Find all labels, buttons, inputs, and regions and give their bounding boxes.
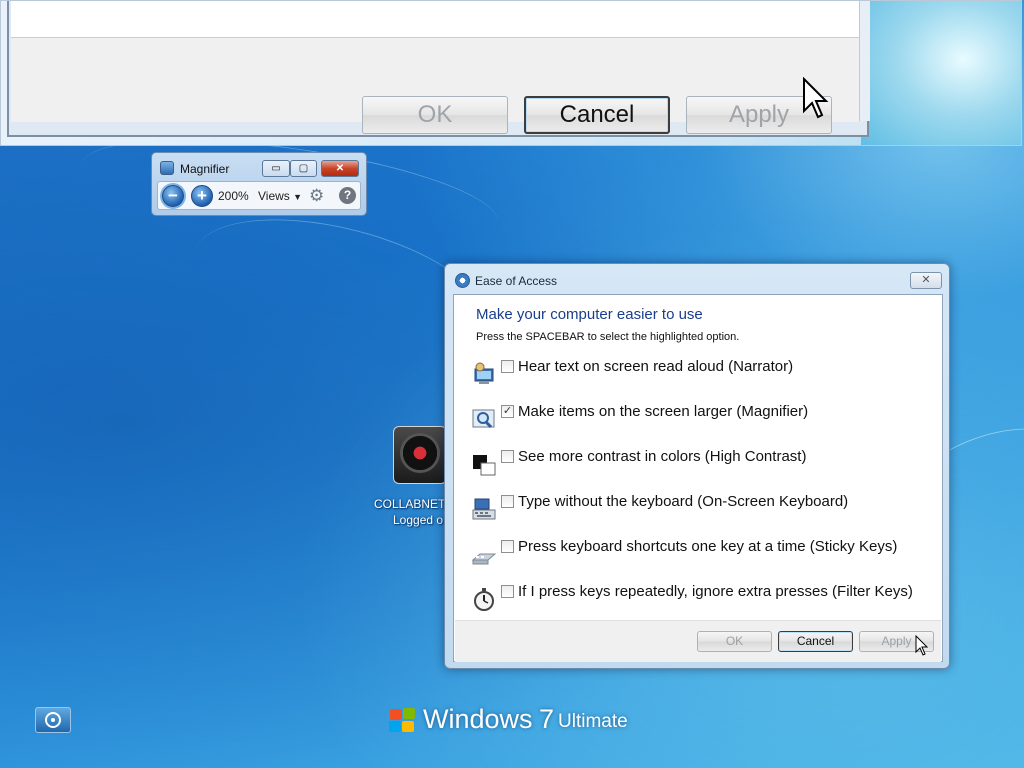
zoom-wallpaper [861, 1, 1021, 145]
option-high-contrast[interactable]: See more contrast in colors (High Contra… [472, 448, 932, 482]
option-label: If I press keys repeatedly, ignore extra… [518, 583, 913, 600]
option-sticky-keys[interactable]: Press keyboard shortcuts one key at a ti… [472, 538, 932, 572]
help-icon[interactable]: ? [339, 187, 356, 204]
views-dropdown[interactable]: Views ▼ [258, 189, 302, 203]
turntable-icon [400, 433, 440, 473]
dialog-title: Ease of Access [475, 274, 558, 288]
sticky-keys-icon [472, 553, 496, 565]
dialog-heading: Make your computer easier to use [476, 306, 703, 323]
user-tile-icon[interactable] [393, 426, 447, 484]
narrator-icon [474, 362, 494, 384]
chevron-down-icon: ▼ [293, 192, 303, 202]
brand-windows: Windows [423, 704, 533, 734]
magnifier-toolbar: − + 200% Views ▼ ⚙ ? [157, 181, 361, 210]
zoomed-dialog-footer: OK Cancel Apply [11, 38, 859, 134]
ease-of-access-icon [455, 273, 470, 288]
accessibility-icon [45, 712, 61, 728]
brand-edition: Ultimate [558, 711, 628, 732]
option-label: Hear text on screen read aloud (Narrator… [518, 358, 794, 375]
views-label: Views [258, 189, 290, 203]
option-label: Press keyboard shortcuts one key at a ti… [518, 538, 898, 555]
checkbox-filter-keys[interactable] [501, 585, 514, 598]
zoom-level: 200% [218, 189, 249, 203]
magnifier-app-icon [160, 161, 174, 175]
stopwatch-icon [474, 588, 494, 611]
zoom-in-button[interactable]: + [191, 185, 213, 207]
option-label: See more contrast in colors (High Contra… [518, 448, 807, 465]
zoomed-cursor-icon [803, 77, 829, 119]
magnifier-icon [472, 409, 495, 429]
zoom-out-button[interactable]: − [162, 185, 184, 207]
zoomed-dialog-edge [859, 1, 870, 121]
gear-icon[interactable]: ⚙ [309, 187, 324, 204]
high-contrast-icon [473, 455, 496, 476]
minimize-button[interactable]: ▭ [262, 160, 290, 177]
windows-logo-icon [389, 708, 417, 734]
dialog-close-button[interactable]: ✕ [910, 272, 942, 289]
mouse-cursor-icon [915, 635, 929, 656]
magnifier-zoom-pane: OK Cancel Apply [0, 0, 1022, 146]
close-button[interactable]: ✕ [321, 160, 359, 177]
keyboard-icon [472, 498, 496, 520]
checkbox-high-contrast[interactable] [501, 450, 514, 463]
cancel-button[interactable]: Cancel [778, 631, 853, 652]
option-magnifier[interactable]: ✓ Make items on the screen larger (Magni… [472, 403, 932, 437]
dialog-body: Make your computer easier to use Press t… [453, 294, 943, 662]
dialog-instruction: Press the SPACEBAR to select the highlig… [476, 331, 740, 343]
zoomed-dialog-content [11, 1, 859, 38]
magnifier-title: Magnifier [180, 162, 230, 176]
zoomed-ok-button[interactable]: OK [362, 96, 508, 134]
user-name: COLLABNETV [374, 497, 454, 511]
user-tile-label: COLLABNETV Logged o [374, 496, 453, 528]
option-label: Type without the keyboard (On-Screen Key… [518, 493, 849, 510]
dialog-footer: OK Cancel Apply [455, 620, 941, 662]
user-status: Logged o [393, 513, 444, 527]
maximize-button[interactable]: ▢ [290, 160, 317, 177]
option-filter-keys[interactable]: If I press keys repeatedly, ignore extra… [472, 583, 932, 617]
magnifier-window: Magnifier ▭ ▢ ✕ − + 200% Views ▼ ⚙ ? [151, 152, 367, 216]
checkbox-on-screen-keyboard[interactable] [501, 495, 514, 508]
option-on-screen-keyboard[interactable]: Type without the keyboard (On-Screen Key… [472, 493, 932, 527]
ok-button[interactable]: OK [697, 631, 772, 652]
ease-of-access-button[interactable] [35, 707, 71, 733]
option-label: Make items on the screen larger (Magnifi… [518, 403, 809, 420]
ease-of-access-dialog: Ease of Access ✕ Make your computer easi… [444, 263, 950, 669]
zoomed-cancel-button[interactable]: Cancel [524, 96, 670, 134]
checkbox-narrator[interactable] [501, 360, 514, 373]
checkbox-magnifier[interactable]: ✓ [501, 405, 514, 418]
checkbox-sticky-keys[interactable] [501, 540, 514, 553]
zoomed-dialog: OK Cancel Apply [7, 1, 870, 137]
option-narrator[interactable]: Hear text on screen read aloud (Narrator… [472, 358, 932, 392]
brand-version: 7 [539, 704, 555, 734]
